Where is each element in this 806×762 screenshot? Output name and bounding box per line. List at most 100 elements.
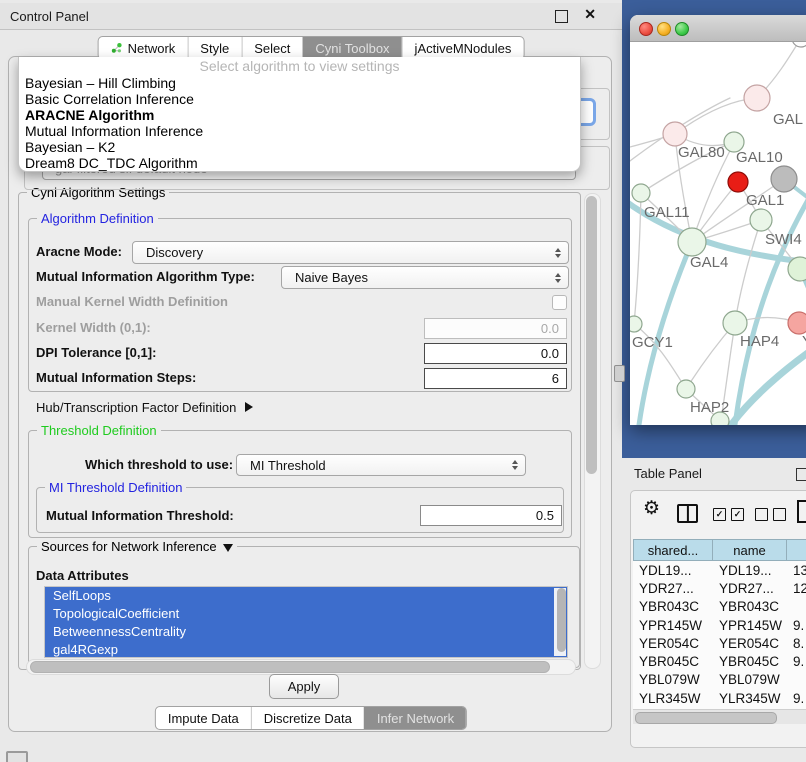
table-row[interactable]: YBR043CYBR043C	[633, 598, 806, 616]
table-rows: YDL19...YDL19...13YDR27...YDR27...12YBR0…	[633, 561, 806, 709]
node-label: Y	[802, 333, 806, 350]
app-root: Control Panel ✕ NetworkStyleSelectCyni T…	[0, 0, 806, 762]
algorithm-option-bayesian-hill-climbing[interactable]: Bayesian – Hill Climbing	[19, 75, 580, 91]
checked-checkbox-icon: ✓	[713, 508, 726, 521]
tab-style[interactable]: Style	[187, 37, 241, 59]
node-y[interactable]	[788, 312, 806, 334]
bottom-tab-discretize-data[interactable]: Discretize Data	[251, 707, 364, 729]
tab-select[interactable]: Select	[241, 37, 302, 59]
tab-network[interactable]: Network	[99, 37, 188, 59]
split-pane-divider-handle[interactable]	[614, 365, 625, 382]
table-row[interactable]: YBL079WYBL079W	[633, 671, 806, 689]
table-cell: 13	[787, 563, 806, 578]
apply-button[interactable]: Apply	[269, 674, 339, 699]
mi-type-combo[interactable]: Naive Bayes	[281, 266, 569, 289]
table-panel-float-icon[interactable]	[796, 468, 806, 481]
dpi-tolerance-value: 0.0	[541, 346, 559, 361]
network-edge[interactable]	[735, 220, 761, 323]
node-label: SWI4	[765, 231, 802, 248]
mi-threshold-label: Mutual Information Threshold:	[46, 508, 234, 523]
algorithm-option-bayesian-k2[interactable]: Bayesian – K2	[19, 139, 580, 155]
aracne-mode-combo[interactable]: Discovery	[132, 241, 569, 264]
attribute-item-betweennesscentrality[interactable]: BetweennessCentrality	[45, 623, 567, 641]
kernel-width-field[interactable]: 0.0	[424, 318, 567, 339]
table-row[interactable]: YDL19...YDL19...13	[633, 561, 806, 579]
mi-threshold-field[interactable]: 0.5	[420, 505, 562, 526]
attribute-item-topologicalcoefficient[interactable]: TopologicalCoefficient	[45, 605, 567, 623]
table-row[interactable]: YLR345WYLR345W9.	[633, 689, 806, 707]
node-unlabeled[interactable]	[792, 42, 806, 47]
table-cell: YBR043C	[713, 599, 787, 614]
which-threshold-combo[interactable]: MI Threshold	[236, 454, 526, 476]
dpi-tolerance-field[interactable]: 0.0	[424, 343, 567, 364]
combo-arrows-icon	[555, 248, 561, 258]
table-row[interactable]: YPR145WYPR145W9.	[633, 616, 806, 634]
attribute-item-selfloops[interactable]: SelfLoops	[45, 587, 567, 605]
gear-icon[interactable]: ⚙	[643, 499, 660, 518]
table-hscrollbar-thumb[interactable]	[635, 712, 777, 724]
network-window-titlebar[interactable]	[630, 15, 806, 42]
column-header-name[interactable]: name	[713, 539, 787, 561]
algorithm-option-mutual-information-inference[interactable]: Mutual Information Inference	[19, 123, 580, 139]
tab-cyni-toolbox[interactable]: Cyni Toolbox	[302, 37, 401, 59]
network-canvas[interactable]: GALGAL80GAL10GAL1GAL11SWI4GAL4GCY1HAP4YH…	[630, 42, 806, 425]
minimize-traffic-light-icon[interactable]	[657, 22, 671, 36]
table-hscrollbar-track[interactable]	[633, 709, 806, 724]
node-gal4[interactable]	[678, 228, 706, 256]
node-unlabeled[interactable]	[728, 172, 748, 192]
table-cell: YDL19...	[713, 563, 787, 578]
aracne-mode-value: Discovery	[146, 245, 203, 260]
table-panel-body: ⚙ ✓ ✓ shared...name YDL19...YDL19...13YD…	[630, 490, 806, 748]
attr-list-scrollbar-thumb[interactable]	[557, 588, 566, 652]
tab-label: jActiveMNodules	[415, 41, 512, 56]
manual-kernel-checkbox[interactable]	[552, 295, 567, 310]
algorithm-option-basic-correlation-inference[interactable]: Basic Correlation Inference	[19, 91, 580, 107]
network-edge[interactable]	[726, 340, 806, 425]
column-header-shared[interactable]: shared...	[633, 539, 713, 561]
split-columns-icon[interactable]	[677, 504, 698, 523]
dpi-tolerance-label: DPI Tolerance [0,1]:	[36, 345, 156, 360]
tab-jactivemnodules[interactable]: jActiveMNodules	[402, 37, 524, 59]
network-view-window: GALGAL80GAL10GAL1GAL11SWI4GAL4GCY1HAP4YH…	[630, 15, 806, 425]
algorithm-dropdown-popup: Select algorithm to view settings Bayesi…	[18, 57, 581, 172]
mi-steps-field[interactable]: 6	[424, 368, 567, 389]
node-hap4[interactable]	[723, 311, 747, 335]
select-all-icon[interactable]: ✓ ✓	[713, 508, 744, 521]
node-hap2[interactable]	[677, 380, 695, 398]
node-unlabeled[interactable]	[771, 166, 797, 192]
hub-definition-expander[interactable]: Hub/Transcription Factor Definition	[36, 399, 253, 417]
float-window-icon[interactable]	[555, 10, 568, 23]
node-gcy1[interactable]	[630, 316, 642, 332]
tab-label: Select	[254, 41, 290, 56]
node-gal11[interactable]	[632, 184, 650, 202]
sources-title: Sources for Network Inference	[41, 539, 217, 554]
zoom-traffic-light-icon[interactable]	[675, 22, 689, 36]
algorithm-option-aracne-algorithm[interactable]: ARACNE Algorithm	[19, 107, 580, 123]
docked-panel-icon[interactable]	[6, 751, 28, 762]
manual-kernel-label: Manual Kernel Width Definition	[36, 294, 228, 309]
column-header-partial[interactable]	[787, 539, 806, 561]
sources-expander[interactable]: Sources for Network Inference	[37, 539, 237, 554]
data-attributes-list: SelfLoopsTopologicalCoefficientBetweenne…	[44, 586, 568, 658]
algorithm-dropdown-placeholder: Select algorithm to view settings	[19, 57, 580, 75]
node-label: GCY1	[632, 334, 673, 351]
attribute-item-gal4rgexp[interactable]: gal4RGexp	[45, 641, 567, 658]
bottom-tab-impute-data[interactable]: Impute Data	[156, 707, 251, 729]
node-swi4[interactable]	[788, 257, 806, 281]
close-icon[interactable]: ✕	[584, 6, 596, 23]
settings-scrollbar-thumb[interactable]	[586, 196, 597, 474]
table-row[interactable]: YDR27...YDR27...12	[633, 579, 806, 597]
node-gal1[interactable]	[750, 209, 772, 231]
table-cell: YBR045C	[713, 654, 787, 669]
new-table-icon[interactable]	[797, 500, 806, 523]
node-gal[interactable]	[744, 85, 770, 111]
algorithm-option-dream8-dc-tdc-algorithm[interactable]: Dream8 DC_TDC Algorithm	[19, 155, 580, 171]
bottom-tab-infer-network[interactable]: Infer Network	[364, 707, 466, 729]
deselect-all-icon[interactable]	[755, 508, 786, 521]
which-threshold-label: Which threshold to use:	[85, 457, 233, 472]
table-row[interactable]: YBR045CYBR045C9.	[633, 652, 806, 670]
table-row[interactable]: YER054CYER054C8.	[633, 634, 806, 652]
attr-list-hscrollbar-thumb[interactable]	[30, 661, 550, 673]
node-gal80[interactable]	[663, 122, 687, 146]
close-traffic-light-icon[interactable]	[639, 22, 653, 36]
